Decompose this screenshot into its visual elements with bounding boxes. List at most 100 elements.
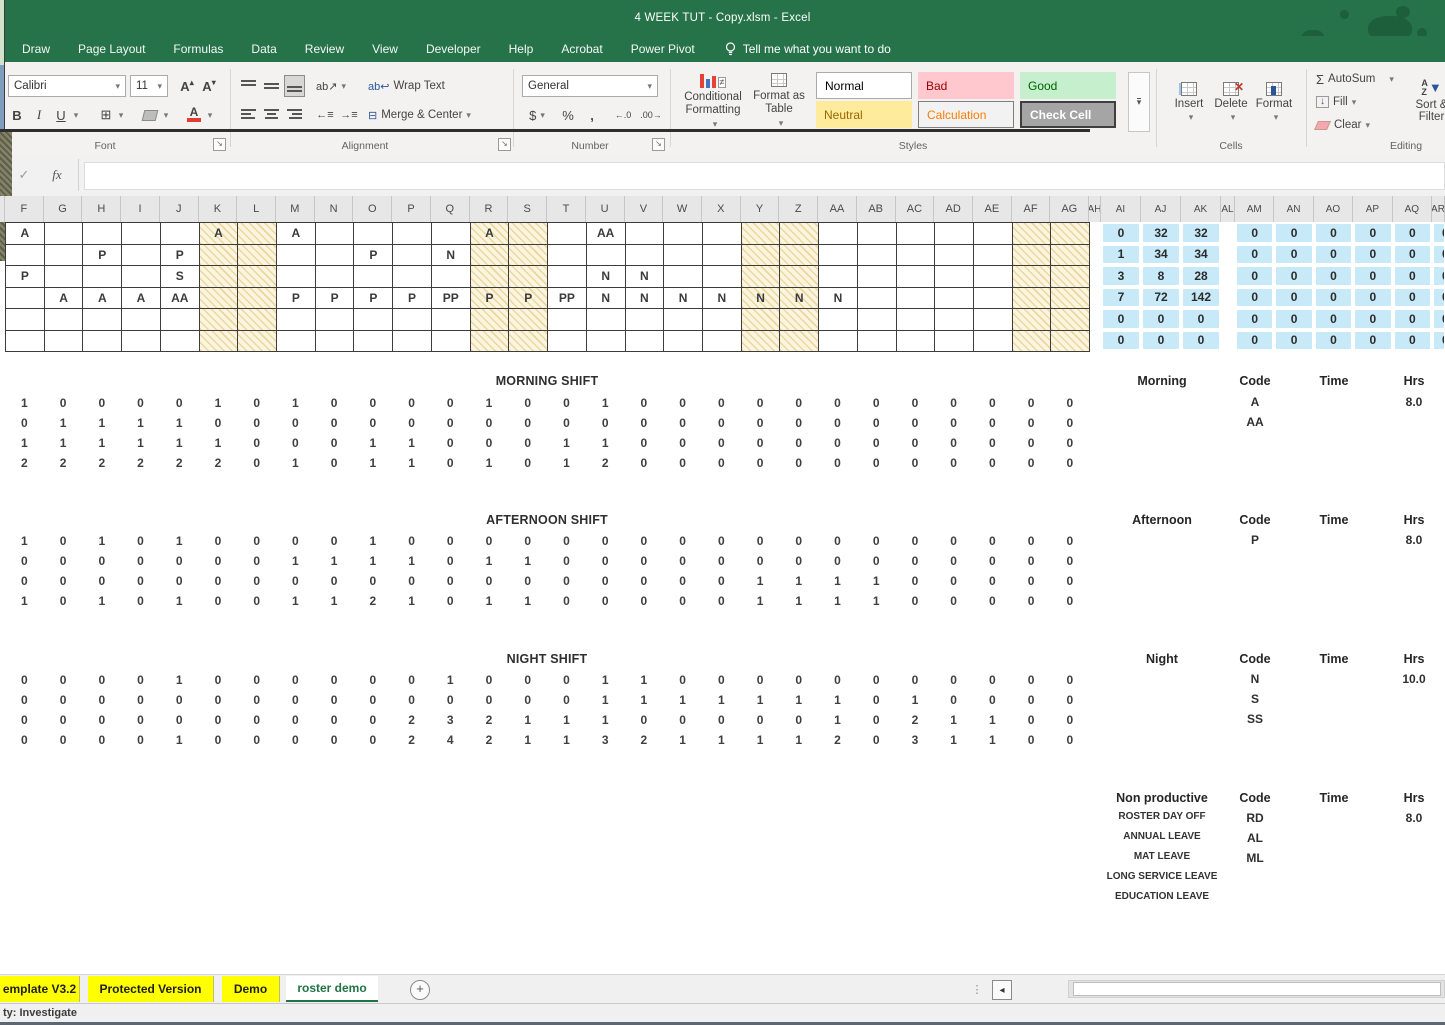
shift-count-cell[interactable]: 0 — [160, 553, 199, 569]
roster-cell-W-r1[interactable] — [663, 222, 703, 245]
roster-cell-Q-r4[interactable]: PP — [431, 287, 471, 310]
roster-cell-T-r1[interactable] — [547, 222, 587, 245]
shift-count-cell[interactable]: 0 — [199, 533, 238, 549]
legend-code-value[interactable]: SS — [1213, 712, 1297, 726]
column-header-J[interactable]: J — [160, 196, 199, 222]
roster-cell-Z-r1[interactable] — [779, 222, 819, 245]
shift-count-cell[interactable]: 1 — [779, 692, 818, 708]
shift-count-cell[interactable]: 0 — [508, 455, 547, 471]
legend-hours-value[interactable]: 8.0 — [1384, 533, 1444, 547]
shift-count-cell[interactable]: 0 — [1050, 435, 1089, 451]
shift-count-cell[interactable]: 0 — [237, 553, 276, 569]
shift-count-cell[interactable]: 0 — [353, 672, 392, 688]
shift-count-cell[interactable]: 0 — [276, 692, 315, 708]
shift-count-cell[interactable]: 0 — [973, 435, 1012, 451]
shift-count-cell[interactable]: 1 — [353, 455, 392, 471]
shift-count-cell[interactable]: 0 — [702, 712, 741, 728]
shift-count-cell[interactable]: 1 — [470, 553, 509, 569]
roster-cell-AD-r3[interactable] — [934, 265, 974, 288]
shift-count-cell[interactable]: 0 — [741, 533, 780, 549]
shift-count-cell[interactable]: 0 — [663, 395, 702, 411]
shift-count-cell[interactable]: 0 — [392, 573, 431, 589]
shift-count-cell[interactable]: 0 — [586, 553, 625, 569]
shift-count-cell[interactable]: 1 — [44, 415, 83, 431]
roster-cell-I-r4[interactable]: A — [121, 287, 161, 310]
roster-cell-AD-r2[interactable] — [934, 244, 974, 267]
roster-cell-AF-r1[interactable] — [1012, 222, 1052, 245]
roster-cell-J-r6[interactable] — [160, 330, 200, 353]
shift-count-cell[interactable]: 0 — [82, 573, 121, 589]
roster-cell-L-r4[interactable] — [237, 287, 277, 310]
shift-count-cell[interactable]: 2 — [353, 593, 392, 609]
shift-count-cell[interactable]: 2 — [392, 732, 431, 748]
shift-count-cell[interactable]: 0 — [276, 672, 315, 688]
shift-count-cell[interactable]: 0 — [199, 573, 238, 589]
roster-cell-AF-r4[interactable] — [1012, 287, 1052, 310]
roster-cell-AE-r2[interactable] — [973, 244, 1013, 267]
column-header-AE[interactable]: AE — [973, 196, 1012, 222]
shift-count-cell[interactable]: 0 — [625, 712, 664, 728]
shift-count-cell[interactable]: 0 — [508, 395, 547, 411]
shift-count-cell[interactable]: 0 — [663, 672, 702, 688]
shift-count-cell[interactable]: 0 — [934, 553, 973, 569]
roster-cell-AB-r6[interactable] — [857, 330, 897, 353]
summary-cell-AI-r4[interactable]: 7 — [1102, 288, 1140, 308]
summary-cell-AK-r1[interactable]: 32 — [1182, 223, 1220, 243]
shift-count-cell[interactable]: 0 — [702, 593, 741, 609]
roster-cell-L-r3[interactable] — [237, 265, 277, 288]
shift-count-cell[interactable]: 2 — [625, 732, 664, 748]
shift-count-cell[interactable]: 1 — [82, 593, 121, 609]
leave-type-code[interactable]: AL — [1213, 831, 1297, 845]
shift-count-cell[interactable]: 1 — [44, 435, 83, 451]
summary-cell-AO-r2[interactable]: 0 — [1315, 245, 1352, 265]
roster-cell-Y-r3[interactable] — [741, 265, 781, 288]
shift-count-cell[interactable]: 0 — [121, 593, 160, 609]
shift-count-cell[interactable]: 0 — [82, 395, 121, 411]
shift-count-cell[interactable]: 0 — [547, 415, 586, 431]
shift-count-cell[interactable]: 0 — [857, 672, 896, 688]
shift-count-cell[interactable]: 1 — [5, 593, 44, 609]
roster-cell-Z-r5[interactable] — [779, 308, 819, 331]
shift-count-cell[interactable]: 0 — [160, 395, 199, 411]
shift-count-cell[interactable]: 0 — [470, 435, 509, 451]
shift-count-cell[interactable]: 0 — [508, 692, 547, 708]
roster-cell-N-r5[interactable] — [315, 308, 355, 331]
shift-count-cell[interactable]: 0 — [121, 573, 160, 589]
legend-code-value[interactable]: AA — [1213, 415, 1297, 429]
shift-count-cell[interactable]: 0 — [5, 712, 44, 728]
roster-cell-G-r3[interactable] — [44, 265, 84, 288]
shift-count-cell[interactable]: 0 — [431, 455, 470, 471]
shift-count-cell[interactable]: 0 — [1012, 435, 1051, 451]
shift-count-cell[interactable]: 0 — [315, 732, 354, 748]
summary-cell-AQ-r5[interactable]: 0 — [1394, 309, 1431, 329]
summary-cell-AJ-r3[interactable]: 8 — [1142, 266, 1180, 286]
shift-count-cell[interactable]: 0 — [818, 672, 857, 688]
column-header-O[interactable]: O — [353, 196, 392, 222]
shift-count-cell[interactable]: 1 — [586, 672, 625, 688]
shift-count-cell[interactable]: 1 — [160, 672, 199, 688]
shift-count-cell[interactable]: 0 — [973, 395, 1012, 411]
column-header-AP[interactable]: AP — [1353, 196, 1392, 222]
shift-count-cell[interactable]: 0 — [857, 732, 896, 748]
shift-count-cell[interactable]: 0 — [353, 415, 392, 431]
roster-cell-H-r3[interactable] — [82, 265, 122, 288]
shift-count-cell[interactable]: 0 — [702, 553, 741, 569]
roster-cell-M-r3[interactable] — [276, 265, 316, 288]
shift-count-cell[interactable]: 1 — [779, 732, 818, 748]
summary-cell-AI-r5[interactable]: 0 — [1102, 309, 1140, 329]
roster-cell-J-r2[interactable]: P — [160, 244, 200, 267]
summary-cell-AN-r3[interactable]: 0 — [1275, 266, 1312, 286]
roster-cell-S-r3[interactable] — [508, 265, 548, 288]
shift-count-cell[interactable]: 1 — [625, 692, 664, 708]
summary-cell-AP-r4[interactable]: 0 — [1354, 288, 1391, 308]
roster-cell-AA-r6[interactable] — [818, 330, 858, 353]
roster-cell-W-r3[interactable] — [663, 265, 703, 288]
shift-count-cell[interactable]: 0 — [276, 712, 315, 728]
shift-count-cell[interactable]: 0 — [199, 712, 238, 728]
shift-count-cell[interactable]: 0 — [818, 435, 857, 451]
roster-cell-P-r1[interactable] — [392, 222, 432, 245]
column-header-Q[interactable]: Q — [431, 196, 470, 222]
shift-count-cell[interactable]: 0 — [1050, 553, 1089, 569]
horizontal-scrollbar[interactable] — [1068, 980, 1445, 998]
shift-count-cell[interactable]: 2 — [82, 455, 121, 471]
